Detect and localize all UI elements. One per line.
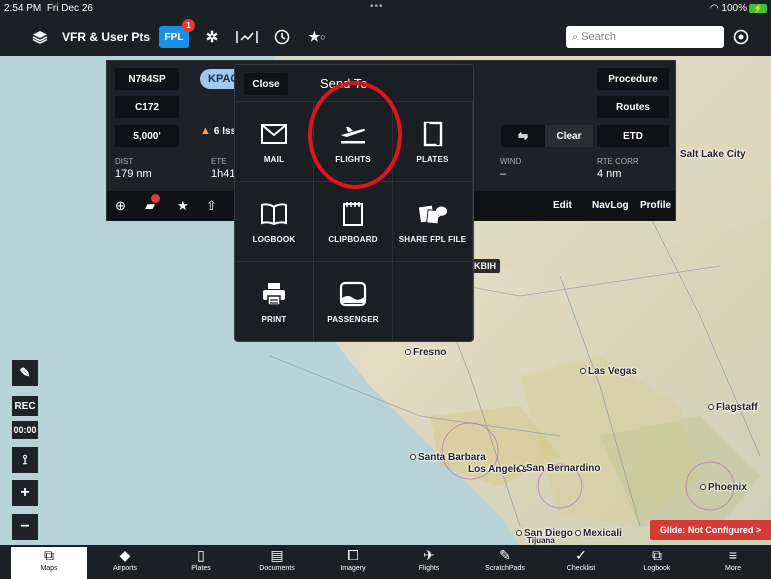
map-label-santa-barbara: Santa Barbara [410,452,486,463]
documents-icon: ▤ [270,547,284,563]
briefing-badge [151,194,160,203]
send-to-logbook[interactable]: LOGBOOK [235,182,314,262]
favorites-nearest-icon[interactable]: ★ ○ [305,26,329,48]
search-icon: ⌕ [572,30,579,43]
send-to-empty-cell [393,262,473,341]
profile-view-icon[interactable] [235,26,259,48]
send-to-share-fpl-file[interactable]: SHARE FPL FILE [393,182,473,262]
tab-maps[interactable]: ⧉ Maps [11,547,87,579]
tab-more[interactable]: ≡ More [695,547,771,572]
battery-indicator: ◠ 100% ⚡ [710,3,767,14]
status-time: 2:54 PM Fri Dec 26 [4,3,93,14]
highlight-circle-annotation [308,81,402,189]
map-label-mexicali: Mexicali [575,528,622,539]
flights-icon: ✈ [423,547,435,563]
wifi-icon: ◠ [709,3,719,14]
record-timer: 00:00 [12,421,38,439]
tab-logbook[interactable]: ⧉ Logbook [619,547,695,572]
fpl-badge: 1 [182,19,195,32]
imagery-icon: ⧠ [347,547,359,563]
map-label-las-vegas: Las Vegas [580,366,637,377]
stat-dist: DIST 179 nm [115,157,152,180]
briefing-icon[interactable]: ▰ [145,194,160,214]
passenger-icon [338,279,368,309]
draw-pencil-icon[interactable]: ✎ [12,360,38,386]
send-to-clipboard[interactable]: CLIPBOARD [314,182,393,262]
close-button[interactable]: Close [244,73,288,95]
star-icon[interactable]: ★ [177,198,189,214]
glide-status-button[interactable]: Glide: Not Configured > [650,520,771,540]
map-label-tijuana: Tijuana [527,536,555,545]
tab-imagery[interactable]: ⧠ Imagery [315,547,391,572]
menu-icon: ≡ [728,547,738,563]
tab-checklist[interactable]: ✓ Checklist [543,547,619,572]
warning-icon: ▲ [200,125,211,137]
send-to-passenger[interactable]: PASSENGER [314,262,393,341]
map-label-san-bernardino: San Bernardino [518,463,600,474]
pencil-icon: ✎ [499,547,511,563]
clock-icon[interactable] [272,26,292,48]
bottom-tab-bar: ⧉ Maps ◆ Airports ▯ Plates ▤ Documents ⧠… [0,545,771,579]
map-label-fresno: Fresno [405,347,446,358]
routes-button[interactable]: Routes [597,96,669,118]
etd-button[interactable]: ETD [597,125,669,147]
edit-button[interactable]: Edit [553,200,572,211]
tab-flights[interactable]: ✈ Flights [391,547,467,572]
plates-icon [418,119,448,149]
status-bar: 2:54 PM Fri Dec 26 ••• ◠ 100% ⚡ [0,0,771,18]
tab-plates[interactable]: ▯ Plates [163,547,239,572]
map-label-phoenix: Phoenix [700,482,747,493]
layer-selector[interactable]: VFR & User Pts [62,26,152,48]
center-location-icon[interactable] [731,26,751,48]
map-label-salt-lake-city: Salt Lake City [680,149,746,160]
gear-icon[interactable]: ✲ [203,26,221,48]
search-input[interactable]: ⌕ Search [566,26,724,48]
zoom-out-button[interactable]: − [12,514,38,540]
checkmark-icon: ✓ [575,547,587,563]
send-to-mail[interactable]: MAIL [235,102,314,182]
airport-icon: ◆ [119,547,131,563]
multitask-dots: ••• [370,1,384,12]
battery-icon: ⚡ [749,3,767,13]
fpl-button[interactable]: FPL 1 [159,19,195,48]
map-airport-kbih[interactable]: KBIH [470,259,500,273]
logbook-icon [259,199,289,229]
clear-button[interactable]: Clear [545,125,593,147]
reverse-route-icon[interactable]: ⇋ [501,125,545,147]
send-to-plates[interactable]: PLATES [393,102,473,182]
stat-ete: ETE 1h41 [211,157,236,180]
stat-rte-corr: RTE CORR 4 nm [597,157,639,180]
map-book-icon: ⧉ [44,547,54,563]
print-icon [259,279,289,309]
tab-airports[interactable]: ◆ Airports [87,547,163,572]
mail-icon [259,119,289,149]
tab-documents[interactable]: ▤ Documents [239,547,315,572]
globe-icon[interactable]: ⊕ [115,198,126,214]
zoom-in-button[interactable]: + [12,480,38,506]
route-line-icon[interactable]: ⟟ [12,447,38,473]
logbook-icon: ⧉ [652,547,662,563]
aircraft-type-button[interactable]: C172 [115,96,179,118]
navlog-button[interactable]: NavLog [592,200,629,211]
map-label-flagstaff: Flagstaff [708,402,758,413]
stat-wind: WIND – [500,157,522,180]
plates-icon: ▯ [197,547,205,563]
clipboard-icon [338,199,368,229]
tail-number-button[interactable]: N784SP [115,68,179,90]
top-toolbar: VFR & User Pts FPL 1 ✲ ★ ○ ⌕ Search [0,18,771,56]
share-fpl-icon [418,199,448,229]
procedure-button[interactable]: Procedure [597,68,669,90]
share-icon[interactable]: ⇧ [206,198,217,214]
profile-button[interactable]: Profile [640,200,671,211]
send-to-print[interactable]: PRINT [235,262,314,341]
layers-icon[interactable] [30,26,50,48]
altitude-button[interactable]: 5,000' [115,125,179,147]
issues-indicator[interactable]: ▲ 6 Iss [200,125,236,137]
record-button[interactable]: REC [12,396,38,416]
tab-scratchpads[interactable]: ✎ ScratchPads [467,547,543,572]
